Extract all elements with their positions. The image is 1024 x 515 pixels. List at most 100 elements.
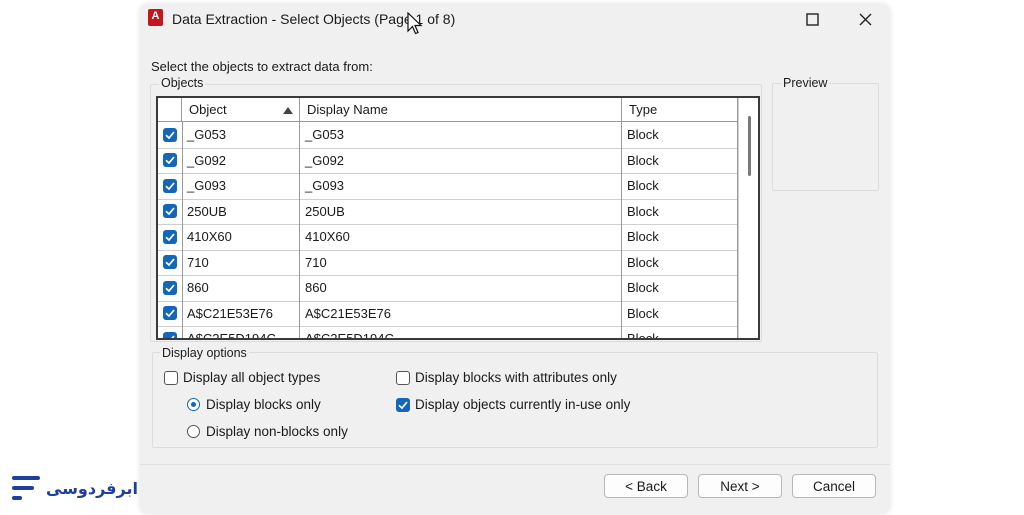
display-objects-in-use-checkbox[interactable]: [396, 398, 410, 412]
site-logo: ابرفردوسی: [12, 474, 138, 506]
type-cell: Block: [622, 173, 738, 199]
type-cell: Block: [622, 198, 738, 224]
display-blocks-with-attributes-label: Display blocks with attributes only: [415, 370, 617, 385]
object-cell: _G092: [182, 147, 300, 173]
header-display-name-label: Display Name: [307, 102, 388, 117]
row-checkbox[interactable]: [163, 229, 177, 244]
display-non-blocks-only-radio[interactable]: [187, 425, 200, 438]
row-checkbox[interactable]: [163, 306, 177, 320]
row-checkbox-cell: [158, 326, 183, 338]
scrollbar-thumb[interactable]: [748, 116, 751, 176]
header-object-label: Object: [189, 102, 227, 117]
table-row[interactable]: 410X60 410X60 Block: [158, 224, 738, 251]
display-name-cell: 860: [300, 275, 622, 301]
display-name-cell: _G093: [300, 173, 622, 199]
row-checkbox-cell: [158, 122, 183, 148]
logo-bar-top: [12, 476, 40, 480]
checkmark-icon: [165, 309, 175, 318]
checkmark-icon: [165, 130, 175, 139]
table-row[interactable]: A$C21E53E76 A$C21E53E76 Block: [158, 300, 738, 327]
row-checkbox-cell: [158, 198, 183, 224]
header-type[interactable]: Type: [622, 98, 738, 122]
display-name-cell: A$C2E5D194C: [300, 326, 622, 338]
close-icon: [859, 13, 872, 26]
display-options-label: Display options: [160, 346, 249, 360]
cancel-button[interactable]: Cancel: [792, 474, 876, 498]
table-row[interactable]: _G053 _G053 Block: [158, 122, 738, 149]
objects-group-label: Objects: [159, 76, 206, 90]
row-checkbox[interactable]: [163, 280, 177, 295]
title-bar[interactable]: A Data Extraction - Select Objects (Page…: [140, 4, 890, 34]
header-checkbox-column[interactable]: [158, 98, 182, 122]
sort-ascending-icon: [283, 107, 293, 114]
autocad-app-icon: A: [148, 9, 163, 26]
object-cell: 250UB: [182, 198, 300, 224]
type-cell: Block: [622, 249, 738, 275]
back-button[interactable]: < Back: [604, 474, 688, 498]
preview-group-box: [772, 83, 879, 191]
display-blocks-only-radio[interactable]: [187, 398, 200, 411]
checkmark-icon: [165, 283, 175, 292]
display-name-cell: 710: [300, 249, 622, 275]
header-display-name[interactable]: Display Name: [300, 98, 622, 122]
row-checkbox[interactable]: [163, 178, 177, 193]
table-scrollbar[interactable]: [738, 98, 758, 338]
row-checkbox-cell: [158, 275, 183, 301]
table-row[interactable]: 250UB 250UB Block: [158, 198, 738, 225]
display-name-cell: 410X60: [300, 224, 622, 250]
row-checkbox[interactable]: [163, 204, 177, 218]
mouse-cursor-icon: [407, 12, 423, 35]
table-row[interactable]: A$C2E5D194C A$C2E5D194C Block: [158, 326, 738, 338]
type-cell: Block: [622, 122, 738, 148]
header-type-label: Type: [629, 102, 658, 117]
preview-label: Preview: [781, 76, 830, 90]
maximize-button[interactable]: [802, 10, 822, 30]
logo-bar-middle: [12, 486, 34, 490]
type-cell: Block: [622, 224, 738, 250]
checkmark-icon: [165, 207, 175, 216]
object-cell: 410X60: [182, 224, 300, 250]
display-name-cell: 250UB: [300, 198, 622, 224]
row-checkbox[interactable]: [163, 153, 177, 167]
table-row[interactable]: _G092 _G092 Block: [158, 147, 738, 174]
type-cell: Block: [622, 300, 738, 326]
table-row[interactable]: 860 860 Block: [158, 275, 738, 302]
row-checkbox[interactable]: [163, 127, 177, 142]
display-blocks-only-label: Display blocks only: [206, 397, 321, 412]
display-name-cell: _G053: [300, 122, 622, 148]
display-non-blocks-only-label: Display non-blocks only: [206, 424, 348, 439]
row-checkbox-cell: [158, 173, 183, 199]
object-cell: 710: [182, 249, 300, 275]
checkmark-icon: [165, 232, 175, 241]
header-object[interactable]: Object: [182, 98, 300, 122]
row-checkbox-cell: [158, 300, 183, 326]
row-checkbox[interactable]: [163, 331, 177, 338]
object-cell: A$C2E5D194C: [182, 326, 300, 338]
checkmark-icon: [165, 156, 175, 165]
logo-bar-bottom: [12, 496, 22, 500]
table-row[interactable]: _G093 _G093 Block: [158, 173, 738, 200]
display-all-object-types-checkbox[interactable]: [164, 371, 178, 385]
display-all-object-types-label: Display all object types: [183, 370, 321, 385]
checkmark-icon: [165, 181, 175, 190]
type-cell: Block: [622, 326, 738, 338]
objects-table: Object Display Name Type _G053 _G053 Block…: [156, 96, 760, 340]
object-cell: _G093: [182, 173, 300, 199]
display-blocks-with-attributes-checkbox[interactable]: [396, 371, 410, 385]
checkmark-icon: [398, 401, 408, 410]
checkmark-icon: [170, 334, 175, 338]
object-cell: A$C21E53E76: [182, 300, 300, 326]
logo-text: ابرفردوسی: [46, 481, 138, 498]
instruction-text: Select the objects to extract data from:: [151, 59, 373, 74]
table-row[interactable]: 710 710 Block: [158, 249, 738, 276]
next-button[interactable]: Next >: [698, 474, 782, 498]
row-checkbox-cell: [158, 224, 183, 250]
checkmark-icon: [165, 258, 175, 267]
display-objects-in-use-label: Display objects currently in-use only: [415, 397, 631, 412]
row-checkbox-cell: [158, 249, 183, 275]
maximize-icon: [806, 13, 819, 26]
type-cell: Block: [622, 275, 738, 301]
row-checkbox[interactable]: [163, 255, 177, 269]
close-button[interactable]: [856, 10, 876, 30]
object-cell: _G053: [182, 122, 300, 148]
